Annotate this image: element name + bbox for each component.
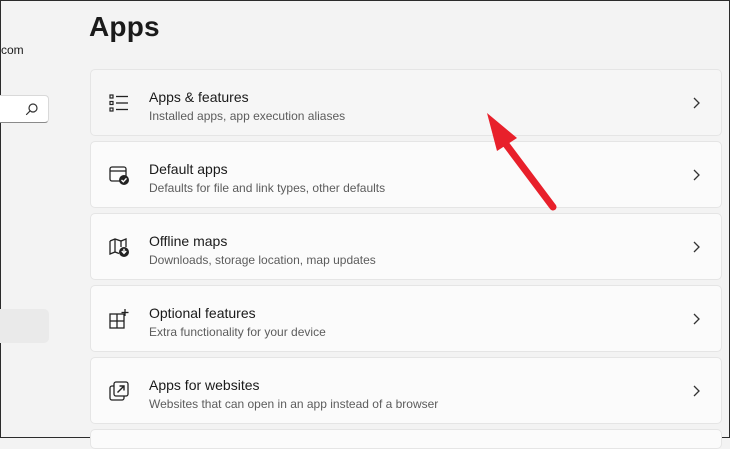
next-settings-item[interactable] [90,429,722,449]
sidebar: com [0,1,61,439]
default-apps-item[interactable]: Default apps Defaults for file and link … [90,141,722,208]
offline-maps-icon [108,236,130,258]
offline-maps-description: Downloads, storage location, map updates [149,253,376,267]
account-email: com [1,43,24,57]
settings-list: Apps & features Installed apps, app exec… [90,69,722,449]
chevron-right-icon [693,97,700,109]
apps-features-item[interactable]: Apps & features Installed apps, app exec… [90,69,722,136]
apps-features-icon [108,92,130,114]
search-input[interactable] [0,95,49,123]
sidebar-item-apps[interactable] [0,309,49,343]
optional-features-icon [108,308,130,330]
chevron-right-icon [693,169,700,181]
page-title: Apps [89,11,160,42]
offline-maps-item[interactable]: Offline maps Downloads, storage location… [90,213,722,280]
apps-for-websites-description: Websites that can open in an app instead… [149,397,439,411]
optional-features-title: Optional features [149,305,256,321]
apps-features-title: Apps & features [149,89,249,105]
apps-for-websites-icon [108,380,130,402]
search-icon [25,103,38,116]
chevron-right-icon [693,241,700,253]
default-apps-title: Default apps [149,161,228,177]
offline-maps-title: Offline maps [149,233,228,249]
apps-features-description: Installed apps, app execution aliases [149,109,346,123]
apps-for-websites-item[interactable]: Apps for websites Websites that can open… [90,357,722,424]
apps-for-websites-title: Apps for websites [149,377,260,393]
chevron-right-icon [693,385,700,397]
optional-features-item[interactable]: Optional features Extra functionality fo… [90,285,722,352]
chevron-right-icon [693,313,700,325]
default-apps-description: Defaults for file and link types, other … [149,181,386,195]
optional-features-description: Extra functionality for your device [149,325,326,339]
default-apps-icon [108,164,130,186]
